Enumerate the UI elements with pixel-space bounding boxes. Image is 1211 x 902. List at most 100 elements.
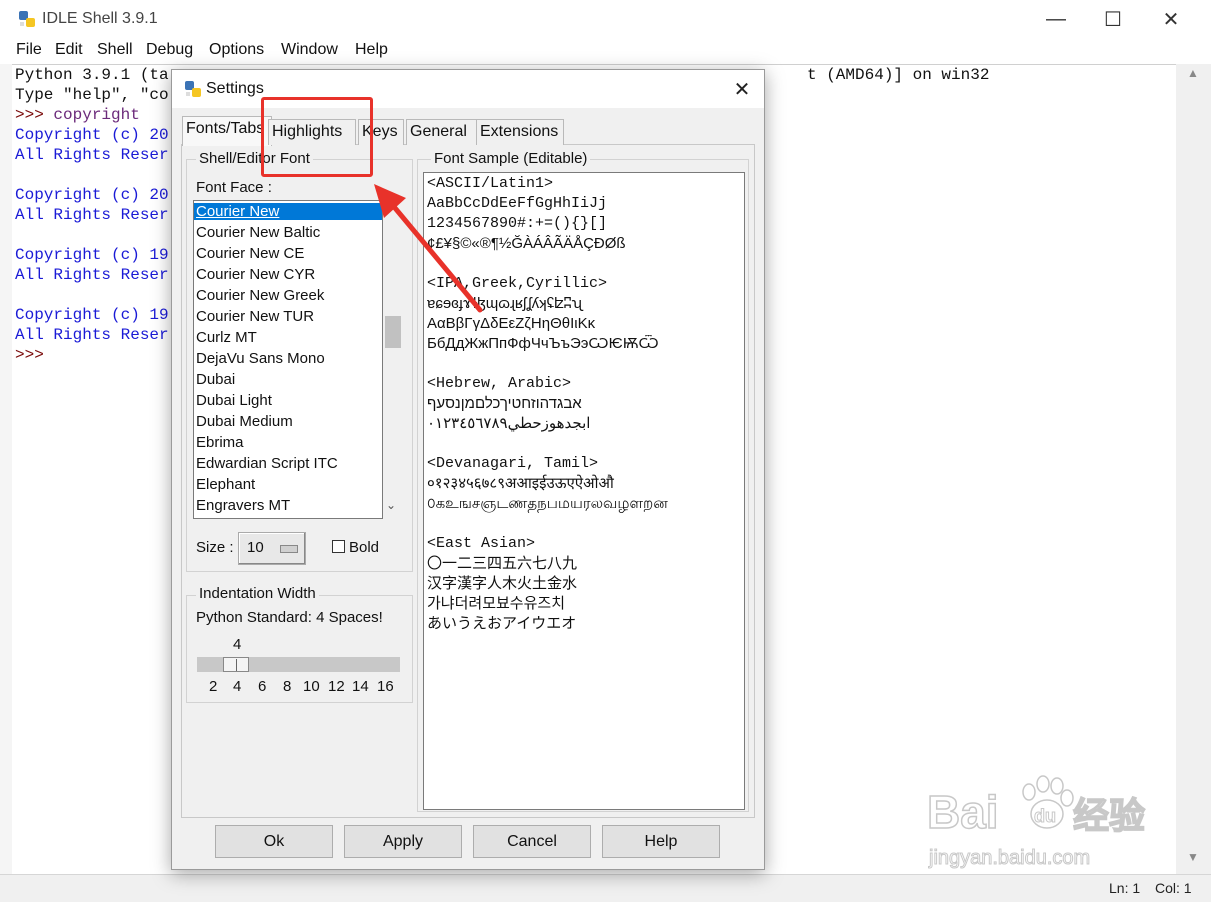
tab-general[interactable]: General bbox=[406, 119, 477, 145]
font-list-item[interactable]: Curlz MT bbox=[196, 329, 257, 346]
shell-line: All Rights Reser bbox=[15, 206, 169, 224]
slider-tick: 8 bbox=[283, 678, 292, 695]
watermark-cn: 经验 bbox=[1073, 796, 1145, 837]
slider-tick: 10 bbox=[303, 678, 320, 695]
shell-window-title: IDLE Shell 3.9.1 bbox=[42, 10, 158, 27]
font-list-item[interactable]: Courier New CYR bbox=[196, 266, 315, 283]
close-icon[interactable]: ✕ bbox=[728, 76, 756, 102]
baidu-jingyan-watermark: Bai du 经验 jingyan.baidu.com bbox=[925, 770, 1175, 880]
font-list-item[interactable]: Dubai bbox=[196, 371, 235, 388]
slider-tick: 6 bbox=[258, 678, 267, 695]
bold-label: Bold bbox=[349, 539, 380, 556]
font-list-item[interactable]: Courier New TUR bbox=[196, 308, 314, 325]
shell-line: Copyright (c) 19 bbox=[15, 246, 169, 264]
tab-extensions[interactable]: Extensions bbox=[476, 119, 564, 145]
menu-file[interactable]: File bbox=[16, 41, 42, 59]
font-list-item[interactable]: Dubai Light bbox=[196, 392, 272, 409]
shell-prompt: >>> bbox=[15, 346, 44, 364]
font-list-item[interactable]: Engravers MT bbox=[196, 497, 290, 514]
shell-line: Copyright (c) 20 bbox=[15, 126, 169, 144]
annotation-highlight-box bbox=[261, 97, 373, 177]
shell-titlebar: IDLE Shell 3.9.1 — ☐ ✕ bbox=[0, 0, 1211, 38]
menu-debug[interactable]: Debug bbox=[146, 41, 193, 59]
tab-fonts-tabs[interactable]: Fonts/Tabs bbox=[182, 116, 272, 146]
python-logo-icon bbox=[185, 81, 201, 97]
indent-slider-thumb[interactable] bbox=[223, 657, 249, 672]
sample-line: 〇一二三四五六七八九 bbox=[427, 555, 578, 572]
maximize-icon[interactable]: ☐ bbox=[1090, 4, 1136, 34]
font-list-item[interactable]: Courier New CE bbox=[196, 245, 304, 262]
shell-line: All Rights Reser bbox=[15, 326, 169, 344]
cancel-button[interactable]: Cancel bbox=[473, 825, 591, 858]
size-label: Size : bbox=[196, 539, 234, 556]
shell-line: All Rights Reser bbox=[15, 266, 169, 284]
apply-button[interactable]: Apply bbox=[344, 825, 462, 858]
slider-tick: 16 bbox=[377, 678, 394, 695]
slider-tick: 2 bbox=[209, 678, 218, 695]
sample-line: 가냐더려모뵤수유즈치 bbox=[427, 595, 566, 612]
close-icon[interactable]: ✕ bbox=[1148, 4, 1194, 34]
menu-edit[interactable]: Edit bbox=[55, 41, 83, 59]
font-face-label: Font Face : bbox=[196, 179, 272, 196]
sample-line: <East Asian> bbox=[427, 535, 536, 552]
font-list-item[interactable]: Ebrima bbox=[196, 434, 244, 451]
sample-line: <Hebrew, Arabic> bbox=[427, 375, 572, 392]
shell-line: Type "help", "co bbox=[15, 86, 169, 104]
scroll-up-icon[interactable]: ▲ bbox=[1187, 66, 1199, 80]
status-line: Ln: 1 bbox=[1109, 880, 1141, 896]
shell-line: Python 3.9.1 (ta t (AMD64)] on win32 bbox=[15, 66, 990, 84]
slider-tick: 4 bbox=[233, 678, 242, 695]
font-list-item[interactable]: Dubai Medium bbox=[196, 413, 293, 430]
sample-line: <Devanagari, Tamil> bbox=[427, 455, 599, 472]
paw-icon: du bbox=[1022, 775, 1074, 829]
menu-window[interactable]: Window bbox=[281, 41, 338, 59]
status-col: Col: 1 bbox=[1155, 880, 1192, 896]
scroll-down-icon[interactable]: ▼ bbox=[1187, 850, 1199, 864]
bold-checkbox[interactable] bbox=[332, 540, 345, 553]
watermark-brand: Bai bbox=[927, 786, 999, 838]
font-list-item[interactable]: Elephant bbox=[196, 476, 255, 493]
font-listbox[interactable]: Courier New Courier New Baltic Courier N… bbox=[193, 200, 383, 519]
ok-button[interactable]: Ok bbox=[215, 825, 333, 858]
minimize-icon[interactable]: — bbox=[1033, 4, 1079, 34]
sample-line: אבגדהוזחטיךכלםמןנסעף bbox=[427, 395, 582, 412]
menu-options[interactable]: Options bbox=[209, 41, 264, 59]
sample-line: БбДдЖжПпФфЧчЪъЭэѠѤѬѾ bbox=[427, 335, 659, 352]
menu-shell[interactable]: Shell bbox=[97, 41, 133, 59]
size-value: 10 bbox=[247, 539, 264, 556]
font-list-item-selected[interactable]: Courier New bbox=[194, 203, 382, 220]
indent-value: 4 bbox=[233, 636, 242, 653]
indent-note: Python Standard: 4 Spaces! bbox=[196, 609, 383, 626]
size-menubutton[interactable]: 10 bbox=[238, 532, 306, 565]
annotation-arrow-icon bbox=[374, 184, 483, 313]
shell-line: Copyright (c) 20 bbox=[15, 186, 169, 204]
shell-menubar: File Edit Shell Debug Options Window Hel… bbox=[0, 38, 1211, 64]
sample-line: あいうえおアイウエオ bbox=[427, 615, 577, 632]
slider-tick: 12 bbox=[328, 678, 345, 695]
menu-help[interactable]: Help bbox=[355, 41, 388, 59]
sample-line: ०१२३४५६७८९अआइईउऊएऐओऔ bbox=[427, 475, 614, 492]
font-list-item[interactable]: Courier New Greek bbox=[196, 287, 324, 304]
watermark-url: jingyan.baidu.com bbox=[928, 847, 1090, 869]
sample-line: ابجدهوزحطي٠١٢٣٤٥٦٧٨٩ bbox=[427, 415, 591, 432]
scroll-thumb[interactable] bbox=[385, 316, 401, 348]
indent-slider[interactable] bbox=[197, 657, 400, 672]
sample-line: 汉字漢字人木火土金水 bbox=[427, 575, 578, 592]
shell-line: Copyright (c) 19 bbox=[15, 306, 169, 324]
shell-line: >>> copyright bbox=[15, 106, 140, 124]
shell-line: All Rights Reser bbox=[15, 146, 169, 164]
sample-group-label: Font Sample (Editable) bbox=[431, 150, 591, 167]
slider-tick: 14 bbox=[352, 678, 369, 695]
sample-line: ௦கஉஙசஞடணதநபமயரலவழளறன bbox=[427, 495, 668, 512]
watermark-paw-text: du bbox=[1034, 806, 1056, 826]
chevron-down-icon[interactable]: ⌄ bbox=[386, 498, 396, 512]
help-button[interactable]: Help bbox=[602, 825, 720, 858]
python-logo-icon bbox=[19, 11, 35, 27]
menubutton-indicator-icon bbox=[280, 545, 298, 553]
font-list-item[interactable]: DejaVu Sans Mono bbox=[196, 350, 325, 367]
indent-group-label: Indentation Width bbox=[196, 585, 319, 602]
settings-title: Settings bbox=[206, 80, 264, 97]
shell-scrollbar[interactable]: ▲ ▼ bbox=[1184, 64, 1202, 874]
font-list-item[interactable]: Edwardian Script ITC bbox=[196, 455, 338, 472]
font-list-item[interactable]: Courier New Baltic bbox=[196, 224, 320, 241]
